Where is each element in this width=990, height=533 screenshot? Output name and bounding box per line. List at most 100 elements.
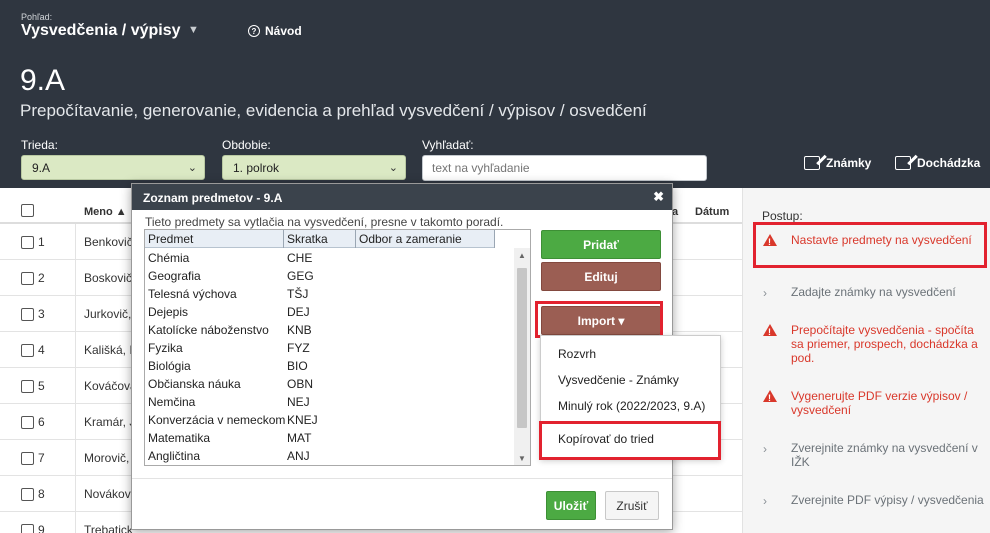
student-name: Benkovič, [84, 235, 137, 249]
list-item[interactable]: Matematika MAT [145, 429, 515, 447]
list-item[interactable]: Dejepis DEJ [145, 303, 515, 321]
row-checkbox[interactable] [21, 524, 34, 533]
list-item[interactable]: Angličtina ANJ [145, 447, 515, 465]
student-name: Kramár, J [84, 415, 136, 429]
row-checkbox[interactable] [21, 380, 34, 393]
row-number: 6 [38, 415, 45, 429]
highlight-box [753, 222, 987, 268]
attendance-button-label: Dochádzka [917, 156, 981, 170]
class-select-value: 9.A [32, 161, 51, 175]
row-checkbox[interactable] [21, 488, 34, 501]
row-number: 8 [38, 487, 45, 501]
edit-icon [895, 156, 911, 170]
search-label: Vyhľadať: [422, 138, 474, 152]
menu-item-report-grades[interactable]: Vysvedčenie - Známky [558, 373, 679, 387]
chevron-down-icon: ⌄ [187, 162, 197, 174]
list-item[interactable]: Katolícke náboženstvo KNB [145, 321, 515, 339]
student-name: Morovič, [84, 451, 130, 465]
edit-icon [804, 156, 820, 170]
column-header-name[interactable]: Meno ▲ [84, 206, 127, 218]
close-icon[interactable]: ✖ [653, 189, 664, 205]
scrollbar-thumb[interactable] [517, 268, 527, 428]
column-header-subject[interactable]: Predmet [148, 232, 193, 246]
chevron-down-icon: ⌄ [388, 162, 398, 174]
menu-item-timetable[interactable]: Rozvrh [558, 347, 596, 361]
view-label: Pohľad: [21, 12, 53, 22]
step-text: Vygenerujte PDF verzie výpisov / vysvedč… [791, 389, 968, 417]
dialog-footer-divider [132, 478, 672, 479]
student-name: Nováková [84, 487, 138, 501]
step-text: Zadajte známky na vysvedčení [791, 285, 956, 299]
dialog-title: Zoznam predmetov - 9.A [143, 191, 283, 205]
help-link[interactable]: ? Návod [248, 24, 302, 38]
row-number: 9 [38, 523, 45, 533]
list-item[interactable]: Biológia BIO [145, 357, 515, 375]
warning-icon [763, 390, 777, 405]
steps-title: Postup: [762, 209, 803, 223]
row-checkbox[interactable] [21, 272, 34, 285]
list-item[interactable]: Geografia GEG [145, 267, 515, 285]
column-header-abbr[interactable]: Skratka [287, 232, 328, 246]
student-name: Trebatick [84, 523, 133, 533]
chevron-right-icon: › [763, 442, 767, 456]
add-button[interactable]: Pridať [541, 230, 661, 259]
step-text: Zverejnite PDF výpisy / vysvedčenia [791, 493, 984, 507]
warning-icon [763, 324, 777, 339]
row-checkbox[interactable] [21, 236, 34, 249]
subjects-list[interactable]: Predmet Skratka Odbor a zameranie Chémia… [144, 229, 531, 466]
edit-button[interactable]: Edituj [541, 262, 661, 291]
list-item[interactable]: Nemčina NEJ [145, 393, 515, 411]
dialog-header: Zoznam predmetov - 9.A ✖ [132, 184, 672, 210]
student-name: Jurkovič, [84, 307, 132, 321]
class-select[interactable]: 9.A ⌄ [21, 155, 205, 180]
chevron-down-icon[interactable]: ▼ [188, 24, 199, 36]
list-item[interactable]: Chémia CHE [145, 249, 515, 267]
student-name: Kováčova [84, 379, 137, 393]
view-switcher[interactable]: Vysvedčenia / výpisy [21, 22, 181, 40]
student-name: Kališká, I [84, 343, 133, 357]
row-checkbox[interactable] [21, 308, 34, 321]
student-name: Boskovič, [84, 271, 136, 285]
period-select[interactable]: 1. polrok ⌄ [222, 155, 406, 180]
list-header: Predmet Skratka Odbor a zameranie [145, 230, 495, 248]
row-checkbox[interactable] [21, 452, 34, 465]
row-checkbox[interactable] [21, 344, 34, 357]
row-checkbox[interactable] [21, 416, 34, 429]
list-scrollbar[interactable]: ▲ ▼ [514, 248, 530, 465]
list-item[interactable]: Fyzika FYZ [145, 339, 515, 357]
page-subtitle: Prepočítavanie, generovanie, evidencia a… [20, 101, 647, 120]
row-number: 3 [38, 307, 45, 321]
select-all-checkbox[interactable] [21, 204, 34, 217]
chevron-right-icon: › [763, 494, 767, 508]
cancel-button[interactable]: Zrušiť [605, 491, 659, 520]
list-item[interactable]: Telesná výchova TŠJ [145, 285, 515, 303]
dialog-description: Tieto predmety sa vytlačia na vysvedčení… [145, 215, 504, 229]
row-number: 5 [38, 379, 45, 393]
list-item[interactable]: Konverzácia v nemeckom KNEJ [145, 411, 515, 429]
step-text: Zverejnite známky na vysvedčení v IŽK [791, 441, 978, 469]
question-circle-icon: ? [248, 25, 260, 37]
list-item[interactable]: Občianska náuka OBN [145, 375, 515, 393]
column-header-field[interactable]: Odbor a zameranie [359, 232, 462, 246]
row-number: 4 [38, 343, 45, 357]
scroll-up-icon[interactable]: ▲ [518, 251, 526, 260]
search-input[interactable] [422, 155, 707, 181]
save-button[interactable]: Uložiť [546, 491, 596, 520]
page-title: 9.A [20, 64, 66, 97]
period-select-value: 1. polrok [233, 161, 280, 175]
highlight-box [535, 301, 663, 338]
menu-item-last-year[interactable]: Minulý rok (2022/2023, 9.A) [558, 399, 705, 413]
help-label: Návod [265, 24, 302, 38]
chevron-right-icon: › [763, 286, 767, 300]
row-number: 7 [38, 451, 45, 465]
attendance-button[interactable]: Dochádzka [895, 154, 980, 172]
grades-button-label: Známky [826, 156, 872, 170]
period-filter-label: Obdobie: [222, 138, 271, 152]
highlight-box [539, 421, 721, 460]
row-number: 2 [38, 271, 45, 285]
class-filter-label: Trieda: [21, 138, 58, 152]
column-header-date[interactable]: Dátum [695, 206, 729, 218]
scroll-down-icon[interactable]: ▼ [518, 454, 526, 463]
grades-button[interactable]: Známky [804, 154, 871, 172]
page-header: Pohľad: Vysvedčenia / výpisy ▼ ? Návod 9… [0, 0, 990, 188]
